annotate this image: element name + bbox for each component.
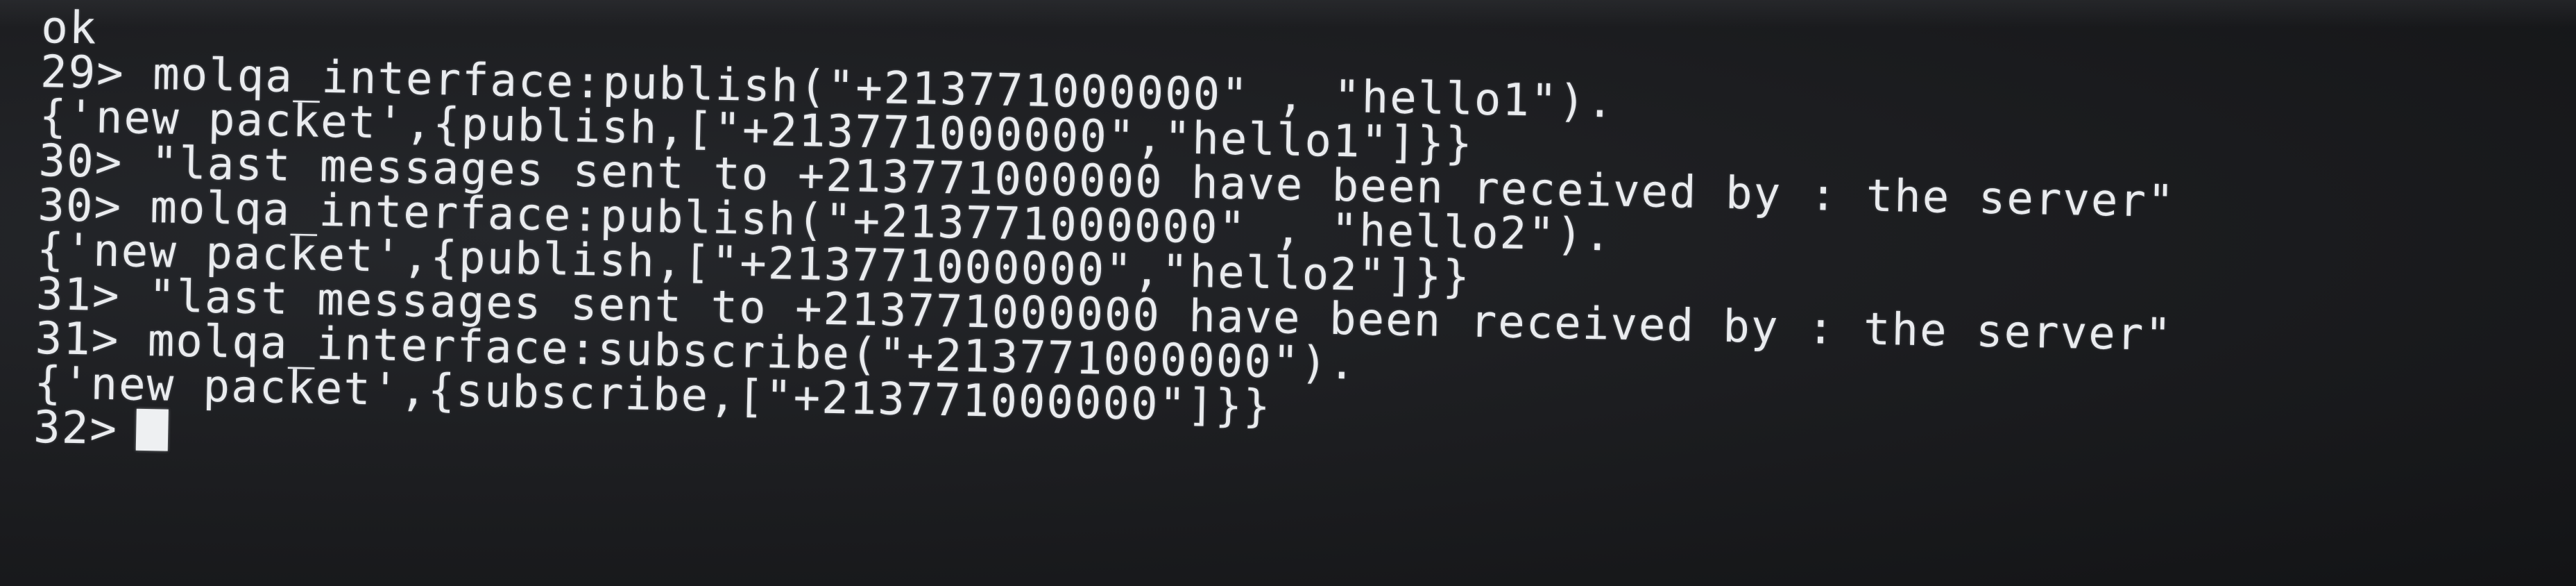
prompt-label: 32> [33, 401, 119, 455]
terminal-window[interactable]: ok 29> molqa_interface:publish("+2137710… [0, 0, 2576, 586]
terminal-output: ok 29> molqa_interface:publish("+2137710… [33, 2, 2539, 498]
text-cursor [135, 408, 169, 451]
